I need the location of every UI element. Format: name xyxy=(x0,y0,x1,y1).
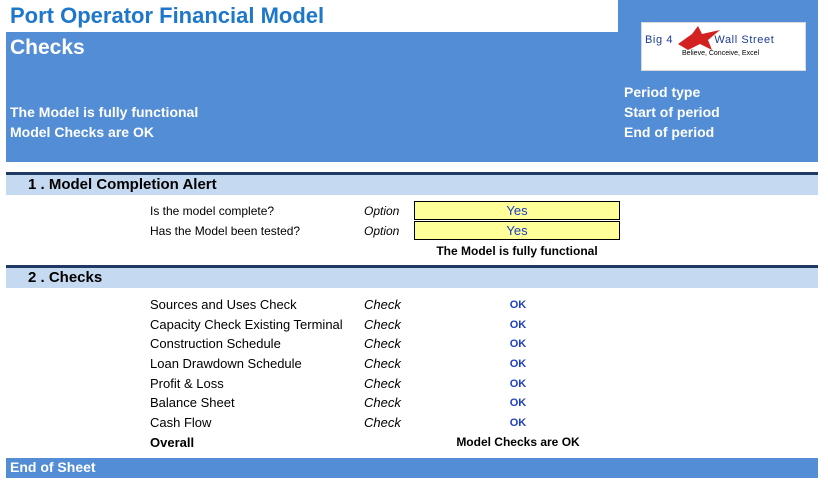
sheet-subtitle: Checks xyxy=(10,36,85,59)
row-type-option: Option xyxy=(364,204,400,218)
check-result: OK xyxy=(509,397,527,409)
check-result: OK xyxy=(509,378,527,390)
logo-tagline: Believe, Conceive, Excel xyxy=(682,50,760,57)
row-type-check: Check xyxy=(364,415,401,430)
completion-status: The Model is fully functional xyxy=(436,244,598,258)
checks-status-line: Model Checks are OK xyxy=(10,124,154,140)
check-label: Loan Drawdown Schedule xyxy=(150,356,302,371)
row-type-check: Check xyxy=(364,336,401,351)
end-of-sheet-band xyxy=(6,458,818,478)
question-model-tested: Has the Model been tested? xyxy=(150,224,301,238)
check-result: OK xyxy=(509,319,527,331)
end-of-period-label: End of period xyxy=(624,124,715,140)
check-result: OK xyxy=(509,338,527,350)
check-label: Balance Sheet xyxy=(150,395,235,410)
row-type-option: Option xyxy=(364,224,400,238)
row-type-check: Check xyxy=(364,356,401,371)
model-tested-input[interactable]: Yes xyxy=(414,221,620,240)
end-of-sheet-label: End of Sheet xyxy=(10,459,96,475)
model-status-line: The Model is fully functional xyxy=(10,104,199,120)
section-title-completion: 1 . Model Completion Alert xyxy=(28,176,217,193)
logo-text-right: Wall Street xyxy=(714,34,775,46)
check-label: Sources and Uses Check xyxy=(150,297,297,312)
model-complete-input[interactable]: Yes xyxy=(414,201,620,220)
row-type-check: Check xyxy=(364,297,401,312)
overall-status: Model Checks are OK xyxy=(456,435,580,449)
question-model-complete: Is the model complete? xyxy=(150,204,275,218)
section-title-checks: 2 . Checks xyxy=(28,269,103,286)
check-result: OK xyxy=(509,299,527,311)
logo-text-left: Big 4 xyxy=(645,34,674,46)
period-type-label: Period type xyxy=(624,84,701,100)
logo xyxy=(641,22,806,71)
check-label: Profit & Loss xyxy=(150,376,224,391)
start-of-period-label: Start of period xyxy=(624,104,720,120)
page-title: Port Operator Financial Model xyxy=(10,3,325,28)
check-label: Cash Flow xyxy=(150,415,212,430)
row-type-check: Check xyxy=(364,395,401,410)
row-type-check: Check xyxy=(364,317,401,332)
section-header-band xyxy=(6,268,818,288)
check-result: OK xyxy=(509,417,527,429)
check-label: Construction Schedule xyxy=(150,336,281,351)
logo-text: Big 4 Wall Street xyxy=(645,34,774,46)
row-type-check: Check xyxy=(364,376,401,391)
check-result: OK xyxy=(509,358,527,370)
overall-label: Overall xyxy=(150,435,195,450)
check-label: Capacity Check Existing Terminal xyxy=(150,317,343,332)
